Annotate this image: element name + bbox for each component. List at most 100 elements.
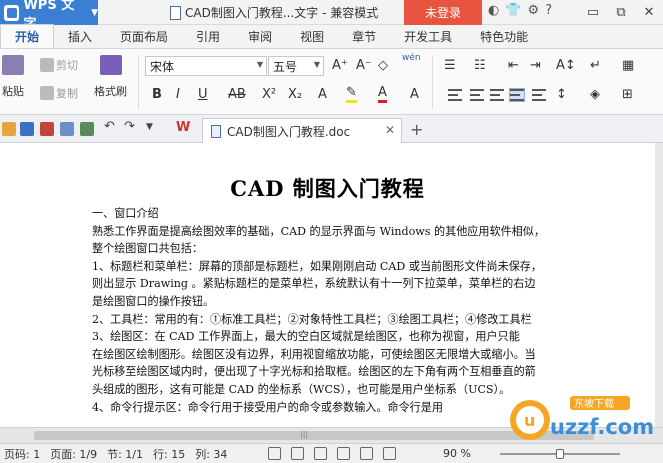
tab-references[interactable]: 引用 xyxy=(182,24,234,48)
fullscreen-icon[interactable] xyxy=(314,447,327,460)
web-view-icon[interactable] xyxy=(383,447,396,460)
align-right-icon[interactable] xyxy=(490,89,504,101)
redo-icon[interactable]: ↷ xyxy=(124,119,138,134)
char-border-icon[interactable]: A xyxy=(410,87,419,102)
view-mode-icons xyxy=(268,447,396,460)
tab-developer[interactable]: 开发工具 xyxy=(390,24,466,48)
title-icons: ◐ 👕 ⚙ ? xyxy=(488,3,552,18)
document-tab[interactable]: CAD制图入门教程.doc ✕ xyxy=(202,118,402,143)
open-folder-icon[interactable] xyxy=(2,122,16,136)
highlight-icon[interactable]: ✎ xyxy=(346,85,357,103)
tab-special[interactable]: 特色功能 xyxy=(466,24,542,48)
strikethrough-button[interactable]: AB xyxy=(228,87,246,102)
vertical-scrollbar[interactable] xyxy=(655,143,663,427)
skin-icon[interactable]: ◐ xyxy=(488,3,499,18)
undo-icon[interactable]: ↶ xyxy=(104,119,118,134)
text-line: 2、工具栏：常用的有：①标准工具栏；②对象特性工具栏；③绘图工具栏；④修改工具栏 xyxy=(92,312,532,326)
tab-review[interactable]: 审阅 xyxy=(234,24,286,48)
align-left-icon[interactable] xyxy=(448,89,462,101)
export-pdf-icon[interactable] xyxy=(40,122,54,136)
copy-button[interactable]: 复制 xyxy=(40,85,78,101)
superscript-button[interactable]: X² xyxy=(262,87,276,102)
tab-chapter[interactable]: 章节 xyxy=(338,24,390,48)
status-page[interactable]: 页面: 1/9 xyxy=(50,446,97,462)
close-icon[interactable]: ✕ xyxy=(635,0,663,25)
menu-bar: 开始 插入 页面布局 引用 审阅 视图 章节 开发工具 特色功能 xyxy=(0,24,663,49)
font-size-select[interactable]: 五号 ▼ xyxy=(268,56,324,76)
copy-label: 复制 xyxy=(56,87,78,100)
pinyin-guide-icon[interactable]: wén xyxy=(402,53,421,63)
tab-view[interactable]: 视图 xyxy=(286,24,338,48)
page-view-icon[interactable] xyxy=(337,447,350,460)
chevron-down-icon[interactable]: ▼ xyxy=(146,122,160,136)
zoom-level[interactable]: 90 % xyxy=(443,447,471,460)
login-button[interactable]: 未登录 xyxy=(404,0,482,25)
close-tab-icon[interactable]: ✕ xyxy=(385,123,395,137)
status-bar: 页码: 1 页面: 1/9 节: 1/1 行: 15 列: 34 90 % xyxy=(0,443,663,463)
increase-indent-icon[interactable]: ⇥ xyxy=(530,58,541,73)
decrease-indent-icon[interactable]: ⇤ xyxy=(508,58,519,73)
font-name-select[interactable]: 宋体 ▼ xyxy=(145,56,267,76)
shrink-font-icon[interactable]: A⁻ xyxy=(356,58,372,73)
quick-access-toolbar: ↶ ↷ ▼ W CAD制图入门教程.doc ✕ + xyxy=(0,115,663,143)
show-marks-icon[interactable]: ↵ xyxy=(590,58,601,73)
print-preview-icon[interactable] xyxy=(80,122,94,136)
numbered-list-icon[interactable]: ☷ xyxy=(474,58,486,73)
copy-icon xyxy=(40,86,54,100)
window-title-text: CAD制图入门教程...文字 - 兼容模式 xyxy=(185,6,379,20)
watermark-logo: u 东坡下载 uzzf.com xyxy=(510,396,654,440)
tab-home[interactable]: 开始 xyxy=(0,24,55,48)
chevron-down-icon: ▼ xyxy=(91,7,98,18)
format-painter-label: 格式刷 xyxy=(94,85,127,98)
table-icon[interactable]: ▦ xyxy=(622,58,634,73)
underline-button[interactable]: U xyxy=(198,87,208,102)
text-line: 光标移至绘图区域内时，便出现了十字光标和拾取框。绘图区的左下角有两个互相垂直的箭 xyxy=(92,365,536,379)
spell-check-icon[interactable] xyxy=(291,447,304,460)
text-effect-icon[interactable]: A xyxy=(318,87,327,102)
status-section: 节: 1/1 xyxy=(107,447,144,461)
format-painter-button[interactable]: 格式刷 xyxy=(94,55,127,99)
bold-button[interactable]: B xyxy=(152,87,162,102)
sort-icon[interactable]: A↕ xyxy=(556,58,576,73)
tab-insert[interactable]: 插入 xyxy=(54,24,106,48)
distributed-icon[interactable] xyxy=(532,89,546,101)
clear-format-icon[interactable]: ◇ xyxy=(378,58,388,73)
save-icon[interactable] xyxy=(20,122,34,136)
italic-button[interactable]: I xyxy=(176,87,180,102)
bullet-list-icon[interactable]: ☰ xyxy=(444,58,456,73)
text-line: 是绘图窗口的操作按钮。 xyxy=(92,294,215,308)
new-tab-icon[interactable]: + xyxy=(410,120,423,139)
outline-view-icon[interactable] xyxy=(360,447,373,460)
chevron-down-icon: ▼ xyxy=(256,60,263,69)
wps-home-icon[interactable]: W xyxy=(176,120,190,135)
print-icon[interactable] xyxy=(60,122,74,136)
shading-icon[interactable]: ◈ xyxy=(590,87,600,102)
scissors-icon xyxy=(40,58,54,72)
help-icon[interactable]: ? xyxy=(545,3,552,18)
subscript-button[interactable]: X₂ xyxy=(288,87,302,102)
justify-icon[interactable] xyxy=(509,88,525,102)
shirt-icon[interactable]: 👕 xyxy=(505,3,521,18)
tab-page-layout[interactable]: 页面布局 xyxy=(106,24,182,48)
text-line: 一、窗口介绍 xyxy=(92,207,159,220)
paste-button[interactable]: 粘贴 xyxy=(2,55,24,99)
text-line: 3、绘图区：在 CAD 工作界面上，最大的空白区域就是绘图区，也称为视窗，用户只… xyxy=(92,330,520,344)
brush-icon xyxy=(99,55,122,75)
wps-app-menu[interactable]: WPS 文字 ▼ xyxy=(0,0,98,32)
font-color-icon[interactable]: A xyxy=(378,85,387,103)
document-page[interactable]: CAD 制图入门教程 一、窗口介绍 熟悉工作界面是提高绘图效率的基础，CAD 的… xyxy=(0,143,655,427)
document-icon xyxy=(170,5,181,20)
minimize-icon[interactable]: ▭ xyxy=(579,0,607,25)
status-row: 行: 15 xyxy=(153,447,186,461)
zoom-slider-handle[interactable] xyxy=(556,449,564,459)
border-icon[interactable]: ⊞ xyxy=(622,87,633,102)
track-changes-icon[interactable] xyxy=(268,447,281,460)
clipboard-icon xyxy=(2,55,24,75)
line-spacing-icon[interactable]: ↕ xyxy=(556,87,567,102)
cut-button[interactable]: 剪切 xyxy=(40,57,78,73)
settings-icon[interactable]: ⚙ xyxy=(528,3,540,18)
restore-icon[interactable]: ⧉ xyxy=(607,0,635,25)
document-icon xyxy=(211,124,221,138)
grow-font-icon[interactable]: A⁺ xyxy=(332,58,348,73)
align-center-icon[interactable] xyxy=(470,89,484,101)
